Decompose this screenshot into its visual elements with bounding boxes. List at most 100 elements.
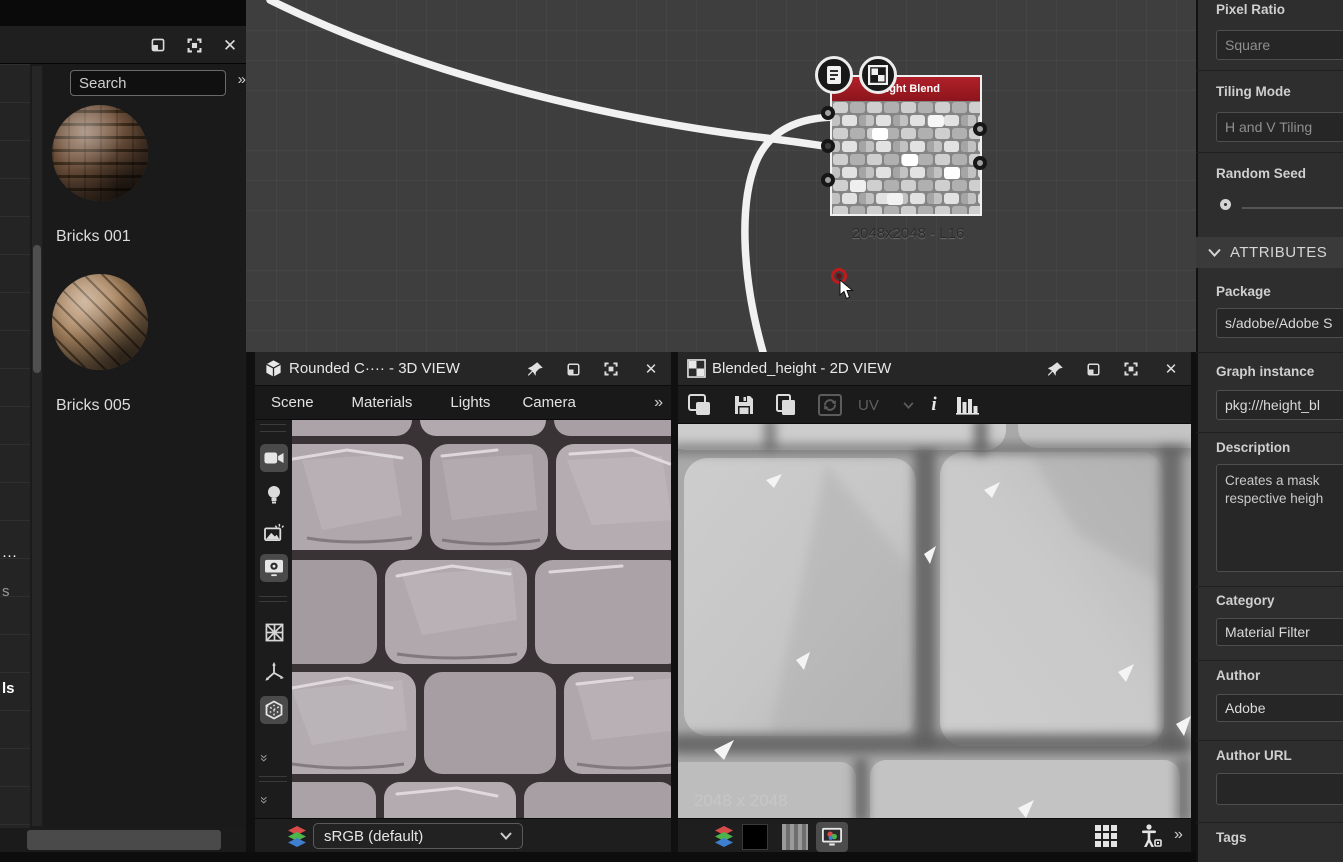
- histogram-icon[interactable]: [954, 391, 982, 419]
- node-input-port[interactable]: [821, 139, 835, 153]
- node-input-port[interactable]: [821, 106, 835, 120]
- node-header[interactable]: Height Blend: [832, 77, 980, 101]
- view-3d-viewport[interactable]: [292, 420, 671, 818]
- graph-instance-field[interactable]: pkg:///height_bl: [1216, 390, 1343, 420]
- category-input[interactable]: [1216, 618, 1343, 646]
- material-thumbnail-bricks-001[interactable]: [52, 105, 148, 201]
- close-window-icon[interactable]: ✕: [1159, 357, 1183, 381]
- display-color-mode-icon[interactable]: [816, 822, 848, 852]
- info-icon[interactable]: i: [920, 391, 948, 419]
- background-black-swatch[interactable]: [742, 824, 768, 850]
- copy-icon[interactable]: [772, 391, 800, 419]
- background-stripes-swatch[interactable]: [782, 824, 808, 850]
- view-3d-title-bar[interactable]: Rounded C···· - 3D VIEW ✕: [255, 352, 671, 386]
- cube-mesh-icon[interactable]: [260, 696, 288, 724]
- menu-materials[interactable]: Materials: [352, 394, 413, 411]
- package-field[interactable]: s/adobe/Adobe S: [1216, 308, 1343, 338]
- random-seed-slider-track: [1242, 207, 1343, 209]
- menu-scene[interactable]: Scene: [271, 394, 314, 411]
- cube-icon: [264, 359, 283, 378]
- physical-size-icon[interactable]: [1140, 824, 1162, 848]
- environment-image-icon[interactable]: [260, 518, 288, 546]
- light-bulb-icon[interactable]: [260, 481, 288, 509]
- height-blend-node[interactable]: Height Blend: [830, 75, 982, 216]
- node-input-port[interactable]: [821, 173, 835, 187]
- author-input[interactable]: [1216, 694, 1343, 722]
- save-icon[interactable]: [730, 391, 758, 419]
- attributes-section-header[interactable]: ATTRIBUTES: [1196, 237, 1343, 268]
- substance-designer-window: ✕ ··· s ls » Bricks 001 Bricks 005: [0, 0, 1343, 862]
- library-content: » Bricks 001 Bricks 005: [44, 64, 246, 828]
- pixel-ratio-dropdown[interactable]: Square: [1216, 30, 1343, 60]
- ground-plane-icon[interactable]: [260, 618, 288, 646]
- library-tree-strip[interactable]: ··· s ls: [0, 64, 30, 828]
- attributes-section-title: ATTRIBUTES: [1230, 244, 1327, 261]
- view-3d-title: Rounded C···· - 3D VIEW: [289, 360, 460, 377]
- library-vertical-scrollbar[interactable]: [32, 66, 42, 826]
- bottombar-overflow-chevron-icon[interactable]: »: [1174, 826, 1183, 844]
- material-thumbnail-bricks-005[interactable]: [52, 274, 148, 370]
- library-top-bar: [0, 0, 246, 26]
- maximize-window-icon[interactable]: [1119, 357, 1143, 381]
- wire-connection[interactable]: [270, 0, 838, 148]
- image-refresh-icon-disabled[interactable]: [816, 391, 844, 419]
- random-seed-label: Random Seed: [1216, 166, 1306, 181]
- library-horizontal-scrollbar[interactable]: [0, 828, 246, 852]
- pin-icon[interactable]: [523, 357, 547, 381]
- view-2d-toolbar: UV i: [678, 386, 1191, 424]
- node-parameters-badge-icon[interactable]: [815, 56, 853, 94]
- camera-view-icon[interactable]: [260, 444, 288, 472]
- menu-camera[interactable]: Camera: [522, 394, 575, 411]
- pin-icon[interactable]: [1043, 357, 1067, 381]
- tree-item-fragment[interactable]: ···: [2, 547, 17, 564]
- colorspace-layers-icon[interactable]: [712, 824, 736, 848]
- menu-lights[interactable]: Lights: [450, 394, 490, 411]
- colorspace-layers-icon[interactable]: [285, 824, 309, 848]
- view-2d-bottom-bar: »: [678, 818, 1191, 852]
- search-options-chevron-icon[interactable]: »: [238, 71, 244, 88]
- uv-mode-dropdown[interactable]: UV: [858, 391, 879, 419]
- library-vertical-scrollbar-thumb[interactable]: [33, 245, 41, 373]
- node-atlas-badge-icon[interactable]: [859, 56, 897, 94]
- toolbar-overflow-chevron-icon[interactable]: »: [257, 796, 273, 804]
- colorspace-dropdown[interactable]: sRGB (default): [313, 823, 523, 849]
- view-2d-title-bar[interactable]: Blended_height - 2D VIEW ✕: [678, 352, 1191, 386]
- tree-item-fragment[interactable]: s: [2, 583, 10, 600]
- maximize-window-icon[interactable]: [182, 33, 206, 57]
- new-view-layers-icon[interactable]: [686, 391, 714, 419]
- restore-window-icon[interactable]: [146, 33, 170, 57]
- tree-item-fragment[interactable]: ls: [2, 680, 15, 697]
- axis-gizmo-icon[interactable]: [260, 658, 288, 686]
- menu-overflow-chevron-icon[interactable]: »: [654, 394, 663, 412]
- node-output-port[interactable]: [973, 156, 987, 170]
- display-settings-icon[interactable]: [260, 554, 288, 582]
- graph-instance-label: Graph instance: [1216, 364, 1314, 379]
- maximize-window-icon[interactable]: [599, 357, 623, 381]
- node-output-port[interactable]: [973, 122, 987, 136]
- graph-wires: [246, 0, 1196, 352]
- description-textarea[interactable]: Creates a mask respective heigh: [1216, 464, 1343, 572]
- tiling-mode-dropdown[interactable]: H and V Tiling: [1216, 112, 1343, 142]
- random-seed-slider-knob[interactable]: [1220, 199, 1231, 210]
- toolbar-overflow-chevron-icon[interactable]: »: [257, 754, 273, 762]
- view-2d-viewport[interactable]: 2048 x 2048: [678, 424, 1191, 818]
- view-2d-title: Blended_height - 2D VIEW: [712, 360, 891, 377]
- checker-icon: [687, 359, 706, 378]
- node-preview-thumbnail[interactable]: [832, 101, 980, 214]
- chevron-down-icon[interactable]: [894, 391, 922, 419]
- material-label: Bricks 005: [56, 397, 131, 415]
- node-resolution-label: 2048x2048 - L16: [810, 225, 1006, 242]
- restore-window-icon[interactable]: [1081, 357, 1105, 381]
- library-horizontal-scrollbar-thumb[interactable]: [27, 830, 221, 850]
- close-window-icon[interactable]: ✕: [639, 357, 663, 381]
- close-window-icon[interactable]: ✕: [218, 33, 242, 57]
- node-graph-canvas[interactable]: Height Blend: [246, 0, 1196, 352]
- toolbar-grip[interactable]: [260, 424, 286, 432]
- grid-tiling-icon[interactable]: [1095, 825, 1118, 848]
- window-bottom-edge: [0, 852, 1196, 862]
- mouse-cursor: [839, 279, 854, 300]
- view-3d-bottom-bar: sRGB (default): [255, 818, 671, 852]
- author-url-input[interactable]: [1216, 773, 1343, 805]
- restore-window-icon[interactable]: [561, 357, 585, 381]
- search-input[interactable]: [70, 70, 226, 96]
